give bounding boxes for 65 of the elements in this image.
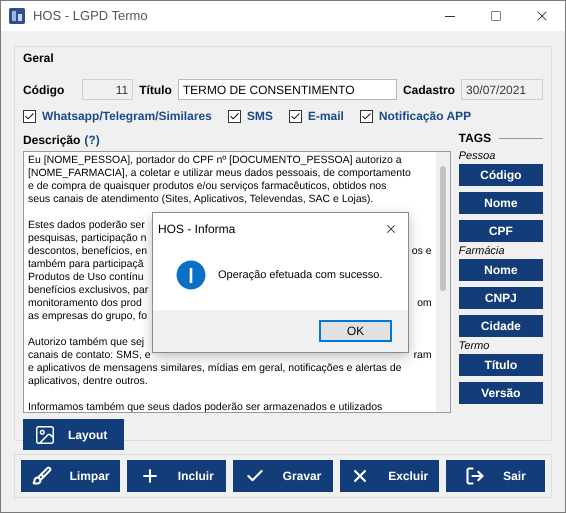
scrollbar-thumb[interactable] <box>440 166 446 291</box>
checkbox-label: Notificação APP <box>378 108 472 125</box>
text-line: seus canais de atendimento (Sites, Aplicativos, Televendas, SAC e Lojas). <box>28 193 374 206</box>
text-line: om <box>417 297 432 310</box>
tag-button[interactable]: Nome <box>458 192 543 214</box>
action-button[interactable]: Incluir <box>127 460 226 492</box>
tag-button[interactable]: Versão <box>458 382 543 404</box>
group-title: Geral <box>23 50 55 67</box>
tag-group-label: Farmácia <box>458 244 506 258</box>
tag-group-label: Termo <box>458 339 490 353</box>
scrollbar[interactable] <box>436 152 450 412</box>
tag-button[interactable]: Título <box>458 354 543 376</box>
text-line: e aplicativos de mensagens similares, mídias em geral, notificações e alertas de <box>28 362 402 375</box>
text-line: aplicativos, dentre outros. <box>28 375 148 388</box>
text-line: canais de contato: SMS, e <box>28 349 151 362</box>
field-label: Código <box>23 82 64 98</box>
text-line: ram <box>414 349 432 362</box>
text-line: descontos, benefícios, en <box>28 245 148 258</box>
info-icon <box>176 260 206 290</box>
action-button[interactable]: Limpar <box>21 460 120 492</box>
text-line: [NOME_FARMACIA], a coletar e utilizar meus dados pessoais, de comportamento <box>28 167 411 180</box>
maximize-icon <box>490 10 502 22</box>
window-title: HOS - LGPD Termo <box>33 7 148 26</box>
text-line: as empresas do grupo, fo <box>28 310 148 323</box>
checkbox[interactable] <box>360 110 373 122</box>
ok-button[interactable]: OK <box>319 320 392 342</box>
text-line: benefícios exclusivos, par <box>28 284 148 297</box>
exit-door-icon <box>465 466 486 486</box>
text-line: Informamos também que seus dados poderão ser armazenados e utilizados <box>28 401 382 412</box>
checkbox-label: E-mail <box>308 108 344 125</box>
layout-button[interactable]: Layout <box>23 419 124 450</box>
tag-button[interactable]: Cidade <box>458 315 543 337</box>
help-link[interactable]: (?) <box>84 131 100 149</box>
field-label: Cadastro <box>403 82 456 98</box>
text-field[interactable]: TERMO DE CONSENTIMENTO <box>178 79 397 100</box>
image-icon <box>34 424 56 446</box>
section-label: Descrição <box>23 132 80 149</box>
checkbox[interactable] <box>23 110 36 122</box>
text-line: pesquisas, participação n <box>28 232 146 245</box>
text-line: Eu [NOME_PESSOA], portador do CPF nº [DOCUMENTO_PESSOA] autorizo a <box>28 154 402 167</box>
checkbox-label: SMS <box>246 108 273 125</box>
text-line: Estes dados poderão ser <box>28 219 145 232</box>
action-button[interactable]: Sair <box>446 460 546 492</box>
app-logo-icon <box>9 8 25 24</box>
action-button[interactable]: Gravar <box>233 460 333 492</box>
text-line: também para participaçã <box>28 258 144 271</box>
text-line: monitoramento dos prod <box>28 297 142 310</box>
text-line: os e <box>412 245 432 258</box>
checkbox-label: Whatsapp/Telegram/Similares <box>42 108 212 125</box>
brush-icon <box>32 466 52 486</box>
tag-button[interactable]: CPF <box>458 220 543 242</box>
checkbox[interactable] <box>288 110 302 122</box>
dialog-title: HOS - Informa <box>158 221 236 238</box>
action-button[interactable]: Excluir <box>340 460 439 492</box>
tag-button[interactable]: Código <box>458 164 543 186</box>
tags-title: TAGS <box>458 130 492 147</box>
text-line: Produtos de Uso contínu <box>28 271 144 284</box>
field-label: Título <box>139 82 172 98</box>
text-line: e de compra de quaisquer produtos e/ou serviços farmacêuticos, obtidos nos <box>28 180 386 193</box>
tag-group-label: Pessoa <box>458 149 496 163</box>
text-line: Autorizo também que sej <box>28 336 144 349</box>
tag-button[interactable]: CNPJ <box>458 287 543 309</box>
tag-button[interactable]: Nome <box>458 259 543 281</box>
checkbox[interactable] <box>228 110 241 122</box>
dialog-message: Operação efetuada com sucesso. <box>218 268 382 283</box>
